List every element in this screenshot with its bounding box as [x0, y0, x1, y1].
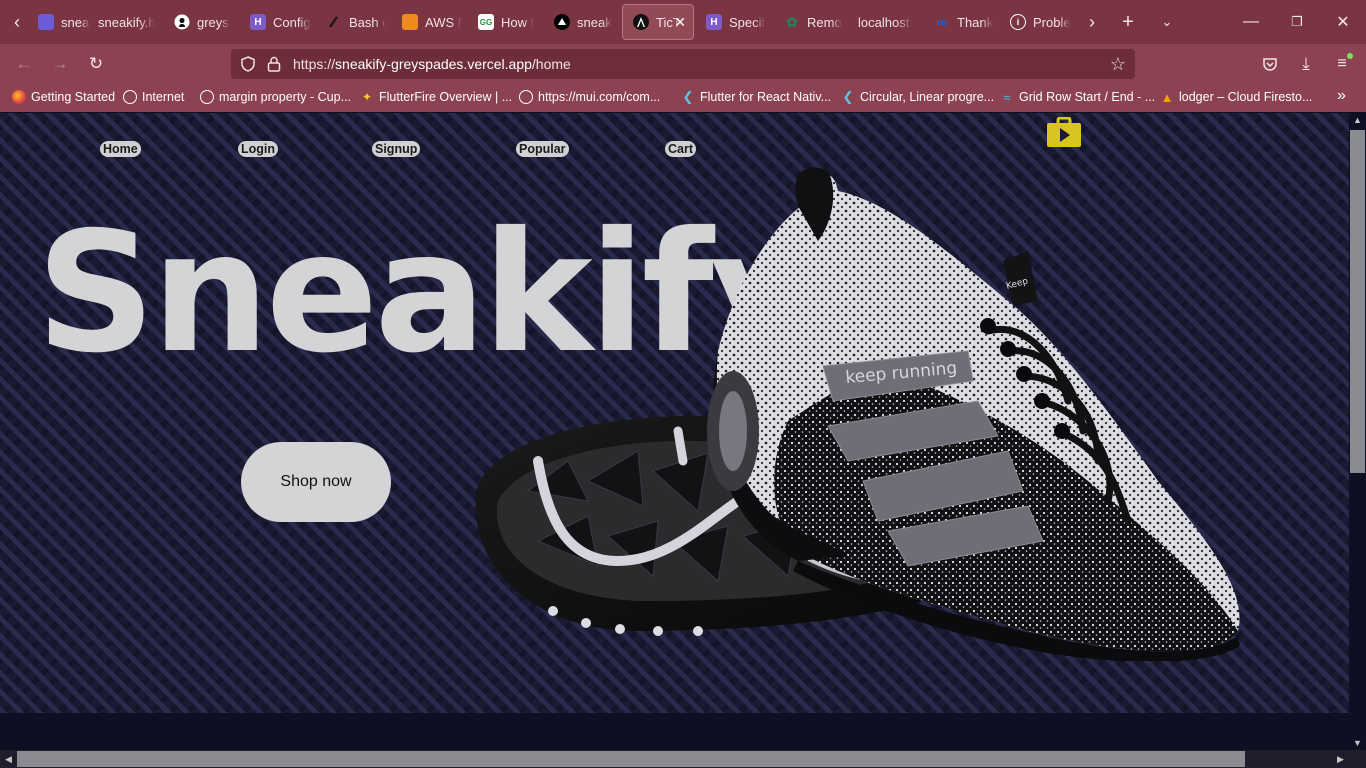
tab-sneakify-1[interactable]: sneaki — [28, 4, 90, 40]
tab-strip: ‹ sneaki sneakify.h greyspades H Config … — [0, 0, 1366, 44]
heroku-icon: H — [250, 14, 266, 30]
forward-icon[interactable]: → — [46, 50, 74, 78]
tab-bash[interactable]: Bash c — [316, 4, 386, 40]
shield-icon[interactable] — [239, 55, 257, 73]
hero-section: Home Login Signup Popular Cart Sneakify — [0, 113, 1349, 713]
bookmark-lodger[interactable]: ▲ lodger – Cloud Firesto... — [1160, 89, 1313, 105]
geeks-icon: GG — [478, 14, 494, 30]
vertical-scrollbar[interactable]: ▲ ▼ — [1349, 113, 1366, 750]
url-path: /home — [531, 56, 571, 72]
bookmark-internet[interactable]: Internet — [123, 90, 184, 104]
more-bookmarks-icon[interactable]: » — [1337, 87, 1346, 105]
nav-popular-link[interactable]: Popular — [516, 141, 569, 157]
globe-icon — [519, 90, 533, 104]
firefox-icon — [12, 90, 26, 104]
bookmark-star-icon[interactable]: ☆ — [1109, 54, 1127, 74]
globe-icon — [200, 90, 214, 104]
scroll-up-icon[interactable]: ▲ — [1349, 113, 1366, 127]
flutter-icon: ❮ — [842, 89, 854, 104]
url-protocol: https:// — [293, 56, 336, 72]
nav-cart-link[interactable]: Cart — [665, 141, 697, 157]
url-text[interactable]: https://sneakify-greyspades.vercel.app/h… — [293, 56, 571, 72]
new-tab-icon[interactable]: + — [1113, 0, 1143, 44]
bookmark-getting-started[interactable]: Getting Started — [12, 90, 115, 104]
nav-login-link[interactable]: Login — [238, 141, 279, 157]
bookmark-grid-row[interactable]: ≈ Grid Row Start / End - ... — [1000, 89, 1155, 105]
pocket-icon[interactable] — [1256, 50, 1284, 78]
bookmark-mui[interactable]: https://mui.com/com... — [519, 90, 660, 104]
tab-sneak-vercel[interactable]: sneak — [544, 4, 614, 40]
vercel-icon — [554, 14, 570, 30]
meta-icon: ∞ — [936, 13, 948, 31]
flutter-icon: ❮ — [682, 89, 694, 104]
back-icon[interactable]: ← — [10, 50, 38, 78]
downloads-icon[interactable]: ⤓ — [1292, 50, 1320, 78]
close-window-icon[interactable]: ✕ — [1320, 0, 1366, 44]
scroll-left-icon[interactable]: ◀ — [0, 750, 17, 768]
bookmark-flutter-react[interactable]: ❮ Flutter for React Nativ... — [681, 89, 832, 104]
horizontal-scrollbar[interactable]: ◀ ▶ — [0, 750, 1366, 768]
tailwind-icon: ≈ — [1003, 89, 1011, 105]
list-tabs-icon[interactable]: ⌄ — [1152, 0, 1182, 44]
tab-tictac-active[interactable]: TicT ✕ — [622, 4, 694, 40]
next-section — [0, 713, 1349, 750]
info-icon: i — [1010, 14, 1026, 30]
restore-icon[interactable]: ❐ — [1274, 0, 1320, 44]
tab-specify[interactable]: H Specif — [696, 4, 768, 40]
navigation-toolbar: ← → ↻ https://sneakify-greyspades.vercel… — [0, 44, 1366, 84]
nav-signup-link[interactable]: Signup — [372, 141, 421, 157]
tab-sneakify-heroku[interactable]: sneakify.h — [88, 4, 164, 40]
bookmarks-bar: Getting Started Internet margin property… — [0, 84, 1366, 112]
sneakify-icon — [38, 14, 54, 30]
tab-problem[interactable]: i Proble — [1000, 4, 1076, 40]
close-tab-icon[interactable]: ✕ — [674, 14, 686, 31]
lock-icon[interactable] — [265, 55, 283, 73]
shopping-bag-icon[interactable] — [1046, 116, 1082, 147]
tab-config[interactable]: H Config — [240, 4, 312, 40]
flutterfire-icon: ✦ — [361, 90, 373, 104]
vertical-scroll-thumb[interactable] — [1350, 130, 1365, 473]
menu-icon[interactable]: ≡ — [1328, 50, 1356, 78]
tab-scroll-right-icon[interactable]: › — [1077, 0, 1107, 44]
tab-remote[interactable]: ✿ Remo — [774, 4, 844, 40]
tab-localhost[interactable]: localhost: — [848, 4, 920, 40]
sneaker-image: keep running Keep — [475, 167, 1240, 661]
address-bar[interactable]: https://sneakify-greyspades.vercel.app/h… — [231, 49, 1135, 79]
scroll-down-icon[interactable]: ▼ — [1349, 736, 1366, 750]
bookmark-margin-property[interactable]: margin property - Cup... — [200, 90, 351, 104]
angular-icon — [633, 14, 649, 30]
heroku-icon: H — [706, 14, 722, 30]
tab-aws[interactable]: AWS N — [392, 4, 462, 40]
aws-icon — [402, 14, 418, 30]
tab-thank[interactable]: ∞ Thank — [924, 4, 996, 40]
firebase-icon: ▲ — [1160, 89, 1174, 105]
github-icon — [174, 14, 190, 30]
bookmark-flutterfire[interactable]: ✦ FlutterFire Overview | ... — [360, 90, 512, 104]
url-host: sneakify-greyspades.vercel.app — [335, 56, 532, 72]
globe-icon — [123, 90, 137, 104]
reload-icon[interactable]: ↻ — [82, 50, 110, 78]
minimize-icon[interactable]: — — [1228, 0, 1274, 44]
bookmark-circular-progress[interactable]: ❮ Circular, Linear progre... — [841, 89, 995, 104]
horizontal-scroll-thumb[interactable] — [17, 751, 1245, 767]
tab-how-to[interactable]: GG How t — [468, 4, 538, 40]
shop-now-button[interactable]: Shop now — [241, 442, 391, 522]
git-icon: ✿ — [786, 13, 798, 30]
nav-home-link[interactable]: Home — [100, 141, 141, 157]
scroll-right-icon[interactable]: ▶ — [1332, 750, 1349, 768]
tab-github[interactable]: greyspades — [164, 4, 230, 40]
page-viewport: Home Login Signup Popular Cart Sneakify — [0, 113, 1349, 750]
bash-icon — [326, 14, 342, 30]
